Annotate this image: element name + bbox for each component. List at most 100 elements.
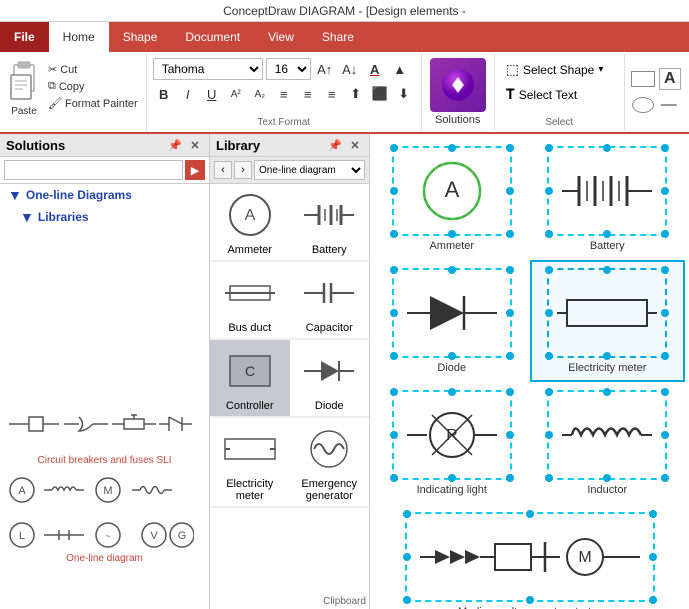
superscript-button[interactable]: A²	[225, 83, 247, 105]
shape-card-mv-motor[interactable]: M Medium voltage motor starter	[374, 504, 685, 609]
handle-il-mr[interactable]	[506, 431, 514, 439]
handle-il-tm[interactable]	[448, 388, 456, 396]
lib-prev-button[interactable]: ‹	[214, 161, 232, 179]
ellipse-shape-button[interactable]	[632, 97, 654, 113]
handle-battery-bl[interactable]	[545, 230, 553, 238]
handle-ind-tl[interactable]	[545, 388, 553, 396]
subscript-button[interactable]: A₂	[249, 83, 271, 105]
handle-mv-tl[interactable]	[403, 510, 411, 518]
handle-ind-mr[interactable]	[661, 431, 669, 439]
handle-battery-tm[interactable]	[603, 144, 611, 152]
handle-elec-mr[interactable]	[661, 309, 669, 317]
handle-elec-tr[interactable]	[661, 266, 669, 274]
text-fill-button[interactable]: ▲	[389, 58, 411, 80]
rect-shape-button[interactable]	[631, 71, 655, 87]
handle-mv-bl[interactable]	[403, 596, 411, 604]
handle-elec-bl[interactable]	[545, 352, 553, 360]
handle-battery-ml[interactable]	[545, 187, 553, 195]
solutions-search-input[interactable]	[4, 160, 183, 180]
handle-ammeter-tm[interactable]	[448, 144, 456, 152]
handle-il-ml[interactable]	[390, 431, 398, 439]
align-middle-button[interactable]: ⬛	[369, 83, 391, 105]
library-dropdown[interactable]: One-line diagram	[254, 160, 365, 180]
panel-close-button[interactable]: ✕	[187, 137, 203, 153]
handle-mv-ml[interactable]	[403, 553, 411, 561]
lib-item-busduct[interactable]: Bus duct	[210, 262, 290, 339]
shape-card-elec-meter[interactable]: Electricity meter	[530, 260, 686, 382]
tab-document[interactable]: Document	[171, 22, 254, 52]
handle-il-tr[interactable]	[506, 388, 514, 396]
handle-diode-tl[interactable]	[390, 266, 398, 274]
tab-shape[interactable]: Shape	[109, 22, 172, 52]
handle-elec-ml[interactable]	[545, 309, 553, 317]
library-pin-button[interactable]: 📌	[327, 137, 343, 153]
tab-home[interactable]: Home	[49, 22, 109, 52]
handle-mv-br[interactable]	[649, 596, 657, 604]
handle-il-tl[interactable]	[390, 388, 398, 396]
text-shape-button[interactable]: A	[659, 68, 681, 90]
handle-diode-tr[interactable]	[506, 266, 514, 274]
lib-item-elec-meter[interactable]: Electricity meter	[210, 418, 290, 507]
underline-button[interactable]: U	[201, 83, 223, 105]
handle-diode-ml[interactable]	[390, 309, 398, 317]
lib-next-button[interactable]: ›	[234, 161, 252, 179]
lib-item-emerg-gen[interactable]: Emergency generator	[290, 418, 370, 507]
handle-ammeter-ml[interactable]	[390, 187, 398, 195]
panel-pin-button[interactable]: 📌	[167, 137, 183, 153]
tree-item-libraries[interactable]: ▼ Libraries	[0, 206, 209, 228]
handle-elec-tl[interactable]	[545, 266, 553, 274]
handle-ind-tr[interactable]	[661, 388, 669, 396]
handle-mv-mr[interactable]	[649, 553, 657, 561]
font-color-button[interactable]: A	[364, 58, 386, 80]
handle-ind-ml[interactable]	[545, 431, 553, 439]
shape-card-inductor[interactable]: Inductor	[530, 382, 686, 504]
lib-item-controller[interactable]: C Controller	[210, 340, 290, 417]
handle-ammeter-mr[interactable]	[506, 187, 514, 195]
handle-diode-bm[interactable]	[448, 352, 456, 360]
align-left-button[interactable]: ≡	[273, 83, 295, 105]
line-shape-button[interactable]: —	[658, 94, 680, 116]
tab-file[interactable]: File	[0, 22, 49, 52]
handle-battery-tl[interactable]	[545, 144, 553, 152]
align-center-button[interactable]: ≡	[297, 83, 319, 105]
handle-ind-bm[interactable]	[603, 474, 611, 482]
paste-button-area[interactable]: Paste	[6, 58, 42, 117]
handle-elec-bm[interactable]	[603, 352, 611, 360]
align-top-button[interactable]: ⬆	[345, 83, 367, 105]
handle-il-bm[interactable]	[448, 474, 456, 482]
tab-view[interactable]: View	[254, 22, 308, 52]
lib-item-diode[interactable]: Diode	[290, 340, 370, 417]
tree-item-one-line[interactable]: ▼ One-line Diagrams	[0, 184, 209, 206]
italic-button[interactable]: I	[177, 83, 199, 105]
solutions-button[interactable]	[430, 58, 486, 112]
shape-card-battery[interactable]: Battery	[530, 138, 686, 260]
handle-battery-mr[interactable]	[661, 187, 669, 195]
font-grow-button[interactable]: A↑	[314, 58, 336, 80]
handle-battery-br[interactable]	[661, 230, 669, 238]
tab-share[interactable]: Share	[308, 22, 368, 52]
select-text-button[interactable]: 𝐓 Select Text	[501, 83, 618, 106]
lib-item-battery[interactable]: Battery	[290, 184, 370, 261]
shape-card-diode[interactable]: Diode	[374, 260, 530, 382]
font-size-select[interactable]: 16	[266, 58, 311, 80]
handle-mv-bm[interactable]	[526, 596, 534, 604]
handle-ind-bl[interactable]	[545, 474, 553, 482]
handle-diode-bl[interactable]	[390, 352, 398, 360]
paste-icon[interactable]	[6, 58, 42, 106]
handle-ind-tm[interactable]	[603, 388, 611, 396]
handle-ammeter-tr[interactable]	[506, 144, 514, 152]
handle-mv-tr[interactable]	[649, 510, 657, 518]
library-close-button[interactable]: ✕	[347, 137, 363, 153]
handle-ammeter-bl[interactable]	[390, 230, 398, 238]
handle-battery-tr[interactable]	[661, 144, 669, 152]
align-bottom-button[interactable]: ⬇	[393, 83, 415, 105]
shape-card-indicating-light[interactable]: R Indicating light	[374, 382, 530, 504]
font-shrink-button[interactable]: A↓	[339, 58, 361, 80]
shape-card-ammeter[interactable]: A Ammeter	[374, 138, 530, 260]
bold-button[interactable]: B	[153, 83, 175, 105]
cut-button[interactable]: ✂ Cut	[46, 62, 140, 77]
handle-diode-tm[interactable]	[448, 266, 456, 274]
handle-mv-tm[interactable]	[526, 510, 534, 518]
handle-elec-tm[interactable]	[603, 266, 611, 274]
handle-battery-bm[interactable]	[603, 230, 611, 238]
